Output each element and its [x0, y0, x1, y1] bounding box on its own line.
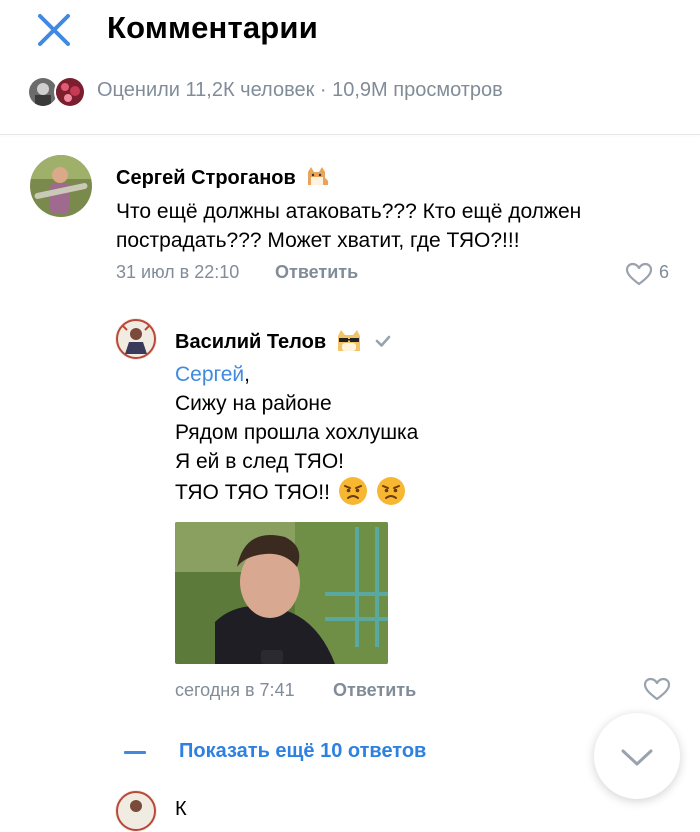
top-bar: Комментарии: [0, 0, 700, 60]
comment-text: Что ещё должны атаковать??? Кто ещё долж…: [116, 200, 582, 252]
liker-avatar[interactable]: [54, 76, 86, 108]
author-name[interactable]: Василий Телов: [175, 331, 326, 353]
avatar[interactable]: [115, 318, 157, 360]
comment-author[interactable]: К: [175, 798, 187, 821]
like-button[interactable]: [643, 677, 671, 706]
comment-text: Сергей, Сижу на районе Рядом прошла хохл…: [175, 363, 419, 505]
angry-face-icon: [338, 477, 367, 505]
comment-author[interactable]: Василий Телов: [175, 327, 393, 354]
mention-link[interactable]: Сергей: [175, 363, 244, 386]
comment-time: сегодня в 7:41: [175, 680, 295, 700]
check-icon: [375, 335, 391, 347]
like-count: 6: [659, 262, 670, 282]
heart-icon: [625, 262, 653, 286]
comment-author[interactable]: Сергей Строганов: [116, 164, 331, 190]
cat-icon: [308, 167, 329, 185]
avatar[interactable]: [30, 155, 92, 217]
show-more-label: Показать ещё 10 ответов: [179, 740, 427, 762]
chevron-down-icon: [621, 749, 653, 766]
dash-icon: [124, 751, 146, 754]
close-icon: [38, 14, 70, 46]
comment-time: 31 июл в 22:10: [116, 262, 240, 282]
close-button[interactable]: [36, 12, 72, 48]
page-title: Комментарии: [107, 10, 318, 45]
divider: [0, 134, 700, 135]
scroll-down-button[interactable]: [594, 713, 680, 799]
show-more-replies-button[interactable]: Показать ещё 10 ответов: [124, 740, 484, 770]
attached-photo[interactable]: [175, 522, 388, 664]
angry-face-icon: [376, 477, 405, 505]
reply-button[interactable]: Ответить: [333, 680, 416, 701]
heart-icon: [643, 677, 671, 701]
avatar[interactable]: [115, 790, 157, 832]
like-button[interactable]: [625, 262, 653, 291]
reactions-summary[interactable]: Оценили 11,2К человек · 10,9М просмотров: [97, 79, 503, 102]
author-name[interactable]: Сергей Строганов: [116, 167, 296, 189]
cool-dog-icon: [337, 330, 360, 351]
reply-button[interactable]: Ответить: [275, 262, 358, 283]
